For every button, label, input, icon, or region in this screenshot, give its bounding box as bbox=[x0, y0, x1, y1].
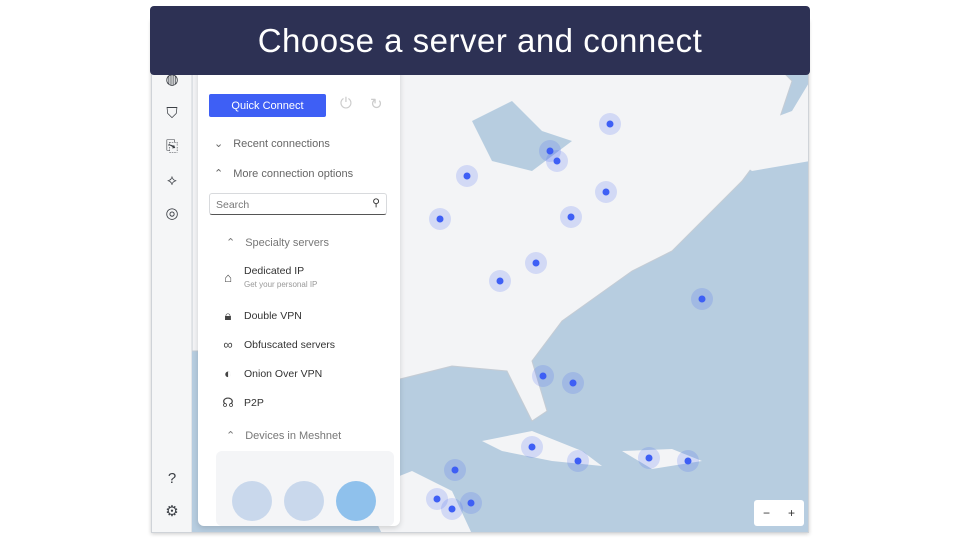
server-location-pin[interactable] bbox=[433, 495, 441, 503]
server-location-pin[interactable] bbox=[569, 379, 577, 387]
server-location-pin[interactable] bbox=[602, 188, 610, 196]
vpn-app-window: ◍ ⛉ ⎘ ⟡ ◎ ? ⚙ Quick Connect ⏻ ↻ ⌄ Recent … bbox=[151, 20, 809, 533]
server-location-pin[interactable] bbox=[467, 499, 475, 507]
refresh-icon[interactable]: ↻ bbox=[370, 95, 383, 113]
specialty-servers-toggle[interactable]: ⌃ Specialty servers bbox=[226, 236, 329, 250]
meshnet-illustration bbox=[216, 451, 394, 526]
double-vpn-item[interactable]: 🔒︎ Double VPN bbox=[220, 308, 302, 324]
double-lock-icon: 🔒︎ bbox=[224, 308, 232, 323]
server-location-pin[interactable] bbox=[448, 505, 456, 513]
server-location-pin[interactable] bbox=[532, 259, 540, 267]
connection-panel: Quick Connect ⏻ ↻ ⌄ Recent connections ⌃ M… bbox=[198, 21, 400, 526]
server-location-pin[interactable] bbox=[451, 466, 459, 474]
more-options-toggle[interactable]: ⌃ More connection options bbox=[214, 167, 353, 181]
server-location-pin[interactable] bbox=[539, 372, 547, 380]
power-icon[interactable]: ⏻ bbox=[340, 95, 352, 112]
help-icon[interactable]: ? bbox=[160, 466, 184, 490]
incognito-icon: ∞ bbox=[223, 337, 233, 352]
p2p-item[interactable]: ☊ P2P bbox=[220, 395, 264, 411]
server-location-pin[interactable] bbox=[553, 157, 561, 165]
server-location-pin[interactable] bbox=[698, 295, 706, 303]
server-location-pin[interactable] bbox=[463, 172, 471, 180]
server-location-pin[interactable] bbox=[645, 454, 653, 462]
server-location-pin[interactable] bbox=[436, 215, 444, 223]
side-rail: ◍ ⛉ ⎘ ⟡ ◎ ? ⚙ bbox=[152, 21, 192, 532]
banner-title: Choose a server and connect bbox=[150, 6, 810, 75]
settings-icon[interactable]: ⚙ bbox=[160, 499, 184, 523]
chevron-up-icon: ⌃ bbox=[226, 430, 236, 442]
zoom-in-button[interactable]: + bbox=[788, 506, 795, 520]
obfuscated-servers-item[interactable]: ∞ Obfuscated servers bbox=[220, 337, 335, 352]
server-location-pin[interactable] bbox=[574, 457, 582, 465]
house-icon: ⌂ bbox=[224, 269, 232, 285]
onion-over-vpn-item[interactable]: ◐ Onion Over VPN bbox=[220, 366, 322, 381]
meshnet-icon[interactable]: ⟡ bbox=[160, 168, 184, 192]
search-input[interactable]: Search ⚲ bbox=[209, 193, 387, 215]
server-location-pin[interactable] bbox=[496, 277, 504, 285]
chevron-up-icon: ⌃ bbox=[214, 168, 224, 180]
dark-web-monitor-icon[interactable]: ◎ bbox=[160, 201, 184, 225]
p2p-icon: ☊ bbox=[222, 395, 234, 410]
chevron-up-icon: ⌃ bbox=[226, 237, 236, 249]
zoom-out-button[interactable]: − bbox=[763, 506, 770, 520]
threat-protection-icon[interactable]: ⛉ bbox=[160, 101, 184, 125]
recent-connections-toggle[interactable]: ⌄ Recent connections bbox=[214, 137, 330, 151]
file-share-icon[interactable]: ⎘ bbox=[160, 134, 184, 158]
meshnet-toggle[interactable]: ⌃ Devices in Meshnet bbox=[226, 429, 341, 443]
server-location-pin[interactable] bbox=[567, 213, 575, 221]
map-zoom-controls: − + bbox=[754, 500, 804, 526]
quick-connect-button[interactable]: Quick Connect bbox=[209, 94, 326, 117]
dedicated-ip-item[interactable]: ⌂ Dedicated IP Get your personal IP bbox=[220, 265, 317, 289]
onion-icon: ◐ bbox=[224, 366, 232, 381]
server-location-pin[interactable] bbox=[528, 443, 536, 451]
search-icon: ⚲ bbox=[372, 197, 380, 209]
server-location-pin[interactable] bbox=[684, 457, 692, 465]
chevron-down-icon: ⌄ bbox=[214, 138, 224, 150]
server-location-pin[interactable] bbox=[606, 120, 614, 128]
